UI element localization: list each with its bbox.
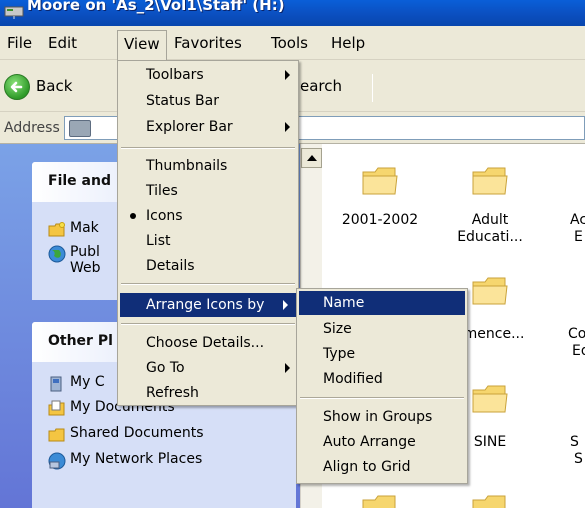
search-button-label[interactable]: earch [300,77,342,95]
title-bar: Moore on 'As_2\Vol1\Staff' (H:) [0,0,585,26]
menu-item-icons[interactable]: Icons [118,204,298,228]
menu-item-list[interactable]: List [118,229,298,253]
menu-item-details[interactable]: Details [118,254,298,278]
file-label[interactable]: 2001-2002 [330,212,430,229]
task-label: My Network Places [70,451,203,467]
menu-favorites[interactable]: Favorites [168,32,248,56]
folder-icon[interactable] [362,166,398,196]
menu-item-label: Align to Grid [323,459,411,475]
submenu-arrow-icon [283,300,288,310]
network-places-icon [48,452,66,470]
file-label[interactable]: Adult Educati... [440,212,540,246]
submenu-arrow-icon [285,70,290,80]
folder-icon[interactable] [472,384,508,414]
file-label-partial[interactable]: E [532,229,585,246]
file-label-partial[interactable]: Cor [532,326,585,343]
menu-bar: File Edit View Favorites Tools Help [0,26,585,60]
window-title: Moore on 'As_2\Vol1\Staff' (H:) [27,0,285,14]
back-label: Back [36,77,73,95]
menu-item-label: Arrange Icons by [146,297,265,313]
menu-item-label: Thumbnails [146,158,228,174]
file-label-partial[interactable]: S [532,451,585,468]
menu-item-label: Name [323,295,365,311]
arrange-icons-submenu: Name Size Type Modified Show in Groups A… [296,288,468,484]
menu-item-label: Explorer Bar [146,119,233,135]
my-documents-icon [48,400,65,416]
menu-item-name[interactable]: Name [299,291,465,315]
drive-icon [69,120,91,137]
menu-edit[interactable]: Edit [42,32,83,56]
submenu-arrow-icon [285,363,290,373]
radio-bullet-icon [130,213,136,219]
menu-item-label: Size [323,321,352,337]
task-label: Shared Documents [70,425,204,441]
globe-icon [48,245,66,263]
menu-item-label: Auto Arrange [323,434,416,450]
menu-item-refresh[interactable]: Refresh [118,381,298,405]
menu-item-type[interactable]: Type [297,342,467,366]
menu-item-arrange-icons-by[interactable]: Arrange Icons by [120,293,296,317]
my-computer-icon [50,376,62,392]
menu-item-choose-details[interactable]: Choose Details... [118,331,298,355]
network-drive-icon [4,6,24,19]
menu-item-label: Toolbars [146,67,204,83]
folder-icon[interactable] [472,494,508,508]
menu-item-go-to[interactable]: Go To [118,356,298,380]
menu-view[interactable]: View [117,30,167,60]
menu-item-label: Show in Groups [323,409,433,425]
task-label: My C [70,374,105,390]
menu-item-auto-arrange[interactable]: Auto Arrange [297,430,467,454]
menu-item-explorer-bar[interactable]: Explorer Bar [118,115,298,139]
menu-help[interactable]: Help [325,32,371,56]
menu-separator [121,323,295,325]
scroll-up-button[interactable] [301,148,322,168]
menu-item-thumbnails[interactable]: Thumbnails [118,154,298,178]
back-button[interactable]: Back [4,68,114,104]
menu-item-label: Details [146,258,195,274]
folder-icon[interactable] [472,166,508,196]
folder-icon[interactable] [362,494,398,508]
menu-separator [121,283,295,285]
menu-item-show-in-groups[interactable]: Show in Groups [297,405,467,429]
menu-separator [121,147,295,149]
menu-item-status-bar[interactable]: Status Bar [118,89,298,113]
menu-item-label: Modified [323,371,383,387]
menu-tools[interactable]: Tools [265,32,314,56]
menu-separator [300,397,464,399]
menu-item-modified[interactable]: Modified [297,367,467,391]
menu-item-tiles[interactable]: Tiles [118,179,298,203]
view-menu: Toolbars Status Bar Explorer Bar Thumbna… [117,60,299,406]
task-label-line2: Web [70,260,101,276]
menu-item-label: Refresh [146,385,199,401]
menu-item-label: List [146,233,171,249]
menu-item-align-to-grid[interactable]: Align to Grid [297,455,467,479]
shared-folder-icon [48,428,65,442]
address-label: Address [4,120,60,136]
task-label: Mak [70,220,99,236]
menu-item-label: Type [323,346,356,362]
file-label-partial[interactable]: S [532,434,585,451]
back-arrow-icon [4,74,30,100]
toolbar-separator [372,74,373,102]
menu-file[interactable]: File [1,32,38,56]
folder-icon[interactable] [472,276,508,306]
menu-item-label: Choose Details... [146,335,265,351]
file-label-partial[interactable]: Ed [532,343,585,360]
menu-item-label: Go To [146,360,185,376]
new-folder-icon [48,222,65,237]
menu-item-toolbars[interactable]: Toolbars [118,63,298,87]
submenu-arrow-icon [285,122,290,132]
menu-item-size[interactable]: Size [297,317,467,341]
task-label: Publ [70,244,100,260]
file-label-partial[interactable]: Ac [532,212,585,229]
menu-item-label: Icons [146,208,183,224]
menu-item-label: Tiles [146,183,178,199]
menu-item-label: Status Bar [146,93,220,109]
